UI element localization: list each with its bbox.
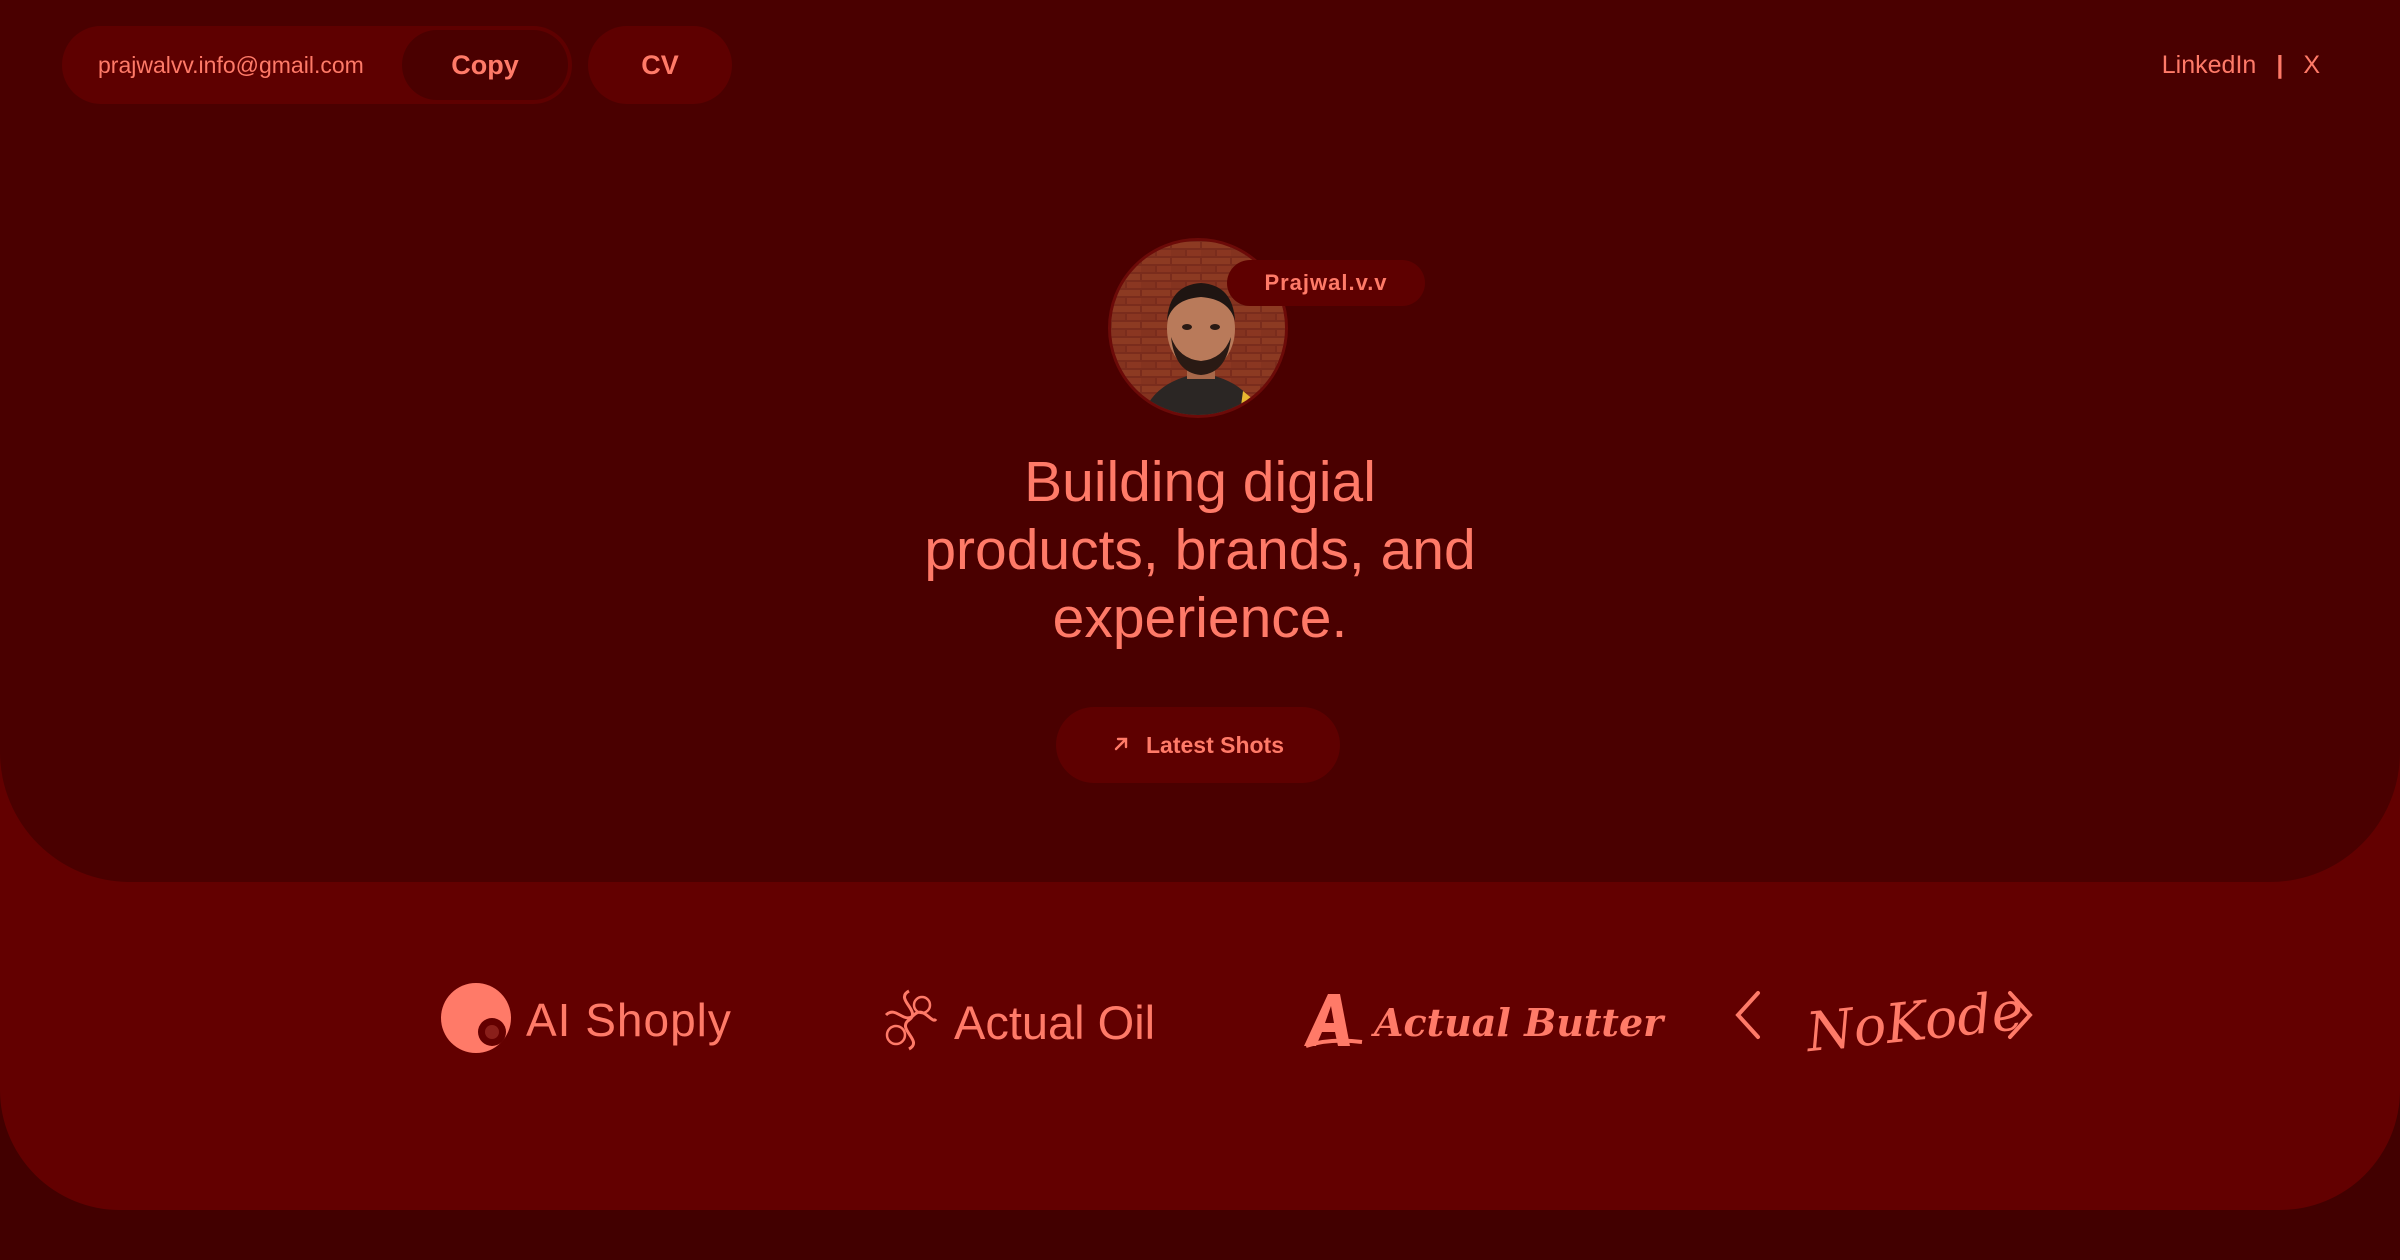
page: prajwalvv.info@gmail.com Copy CV LinkedI… [0, 0, 2400, 1260]
logo-text: AI Shoply [526, 994, 732, 1046]
hero-headline: Building digial products, brands, and ex… [800, 448, 1600, 652]
logo-actual-butter: Actual Butter [1300, 982, 1663, 1062]
logo-text: NoKode [1803, 978, 2027, 1064]
chevron-right-icon[interactable] [2000, 985, 2040, 1045]
logo-actual-oil: Actual Oil [874, 982, 1155, 1062]
cv-button[interactable]: CV [588, 26, 732, 104]
logo-text: Actual Butter [1374, 999, 1664, 1045]
chevron-left-icon[interactable] [1728, 985, 1768, 1045]
a-letter-mark-icon [1300, 990, 1364, 1055]
logo-text: Actual Oil [954, 995, 1156, 1049]
headline-line-1: Building digial [1024, 450, 1376, 514]
name-badge: Prajwal.v.v [1227, 260, 1425, 306]
linkedin-link[interactable]: LinkedIn [2162, 26, 2257, 104]
x-link[interactable]: X [2303, 26, 2320, 104]
link-separator: | [2276, 51, 2284, 79]
shoply-mark-icon [440, 982, 512, 1059]
social-links: LinkedIn | X [2162, 26, 2320, 104]
arrow-up-right-icon [1112, 732, 1130, 759]
logo-nokode: NoKode [1803, 966, 2027, 1076]
ornament-monogram-icon [874, 985, 944, 1060]
latest-shots-label: Latest Shots [1145, 731, 1285, 758]
latest-shots-button[interactable]: Latest Shots [1056, 707, 1340, 783]
logo-ai-shoply: AI Shoply [440, 980, 732, 1060]
email-address: prajwalvv.info@gmail.com [98, 52, 364, 78]
headline-line-3: experience. [1052, 586, 1348, 650]
email-pill: prajwalvv.info@gmail.com Copy [62, 26, 572, 104]
headline-line-2: products, brands, and [924, 518, 1476, 582]
copy-email-button[interactable]: Copy [402, 30, 568, 100]
